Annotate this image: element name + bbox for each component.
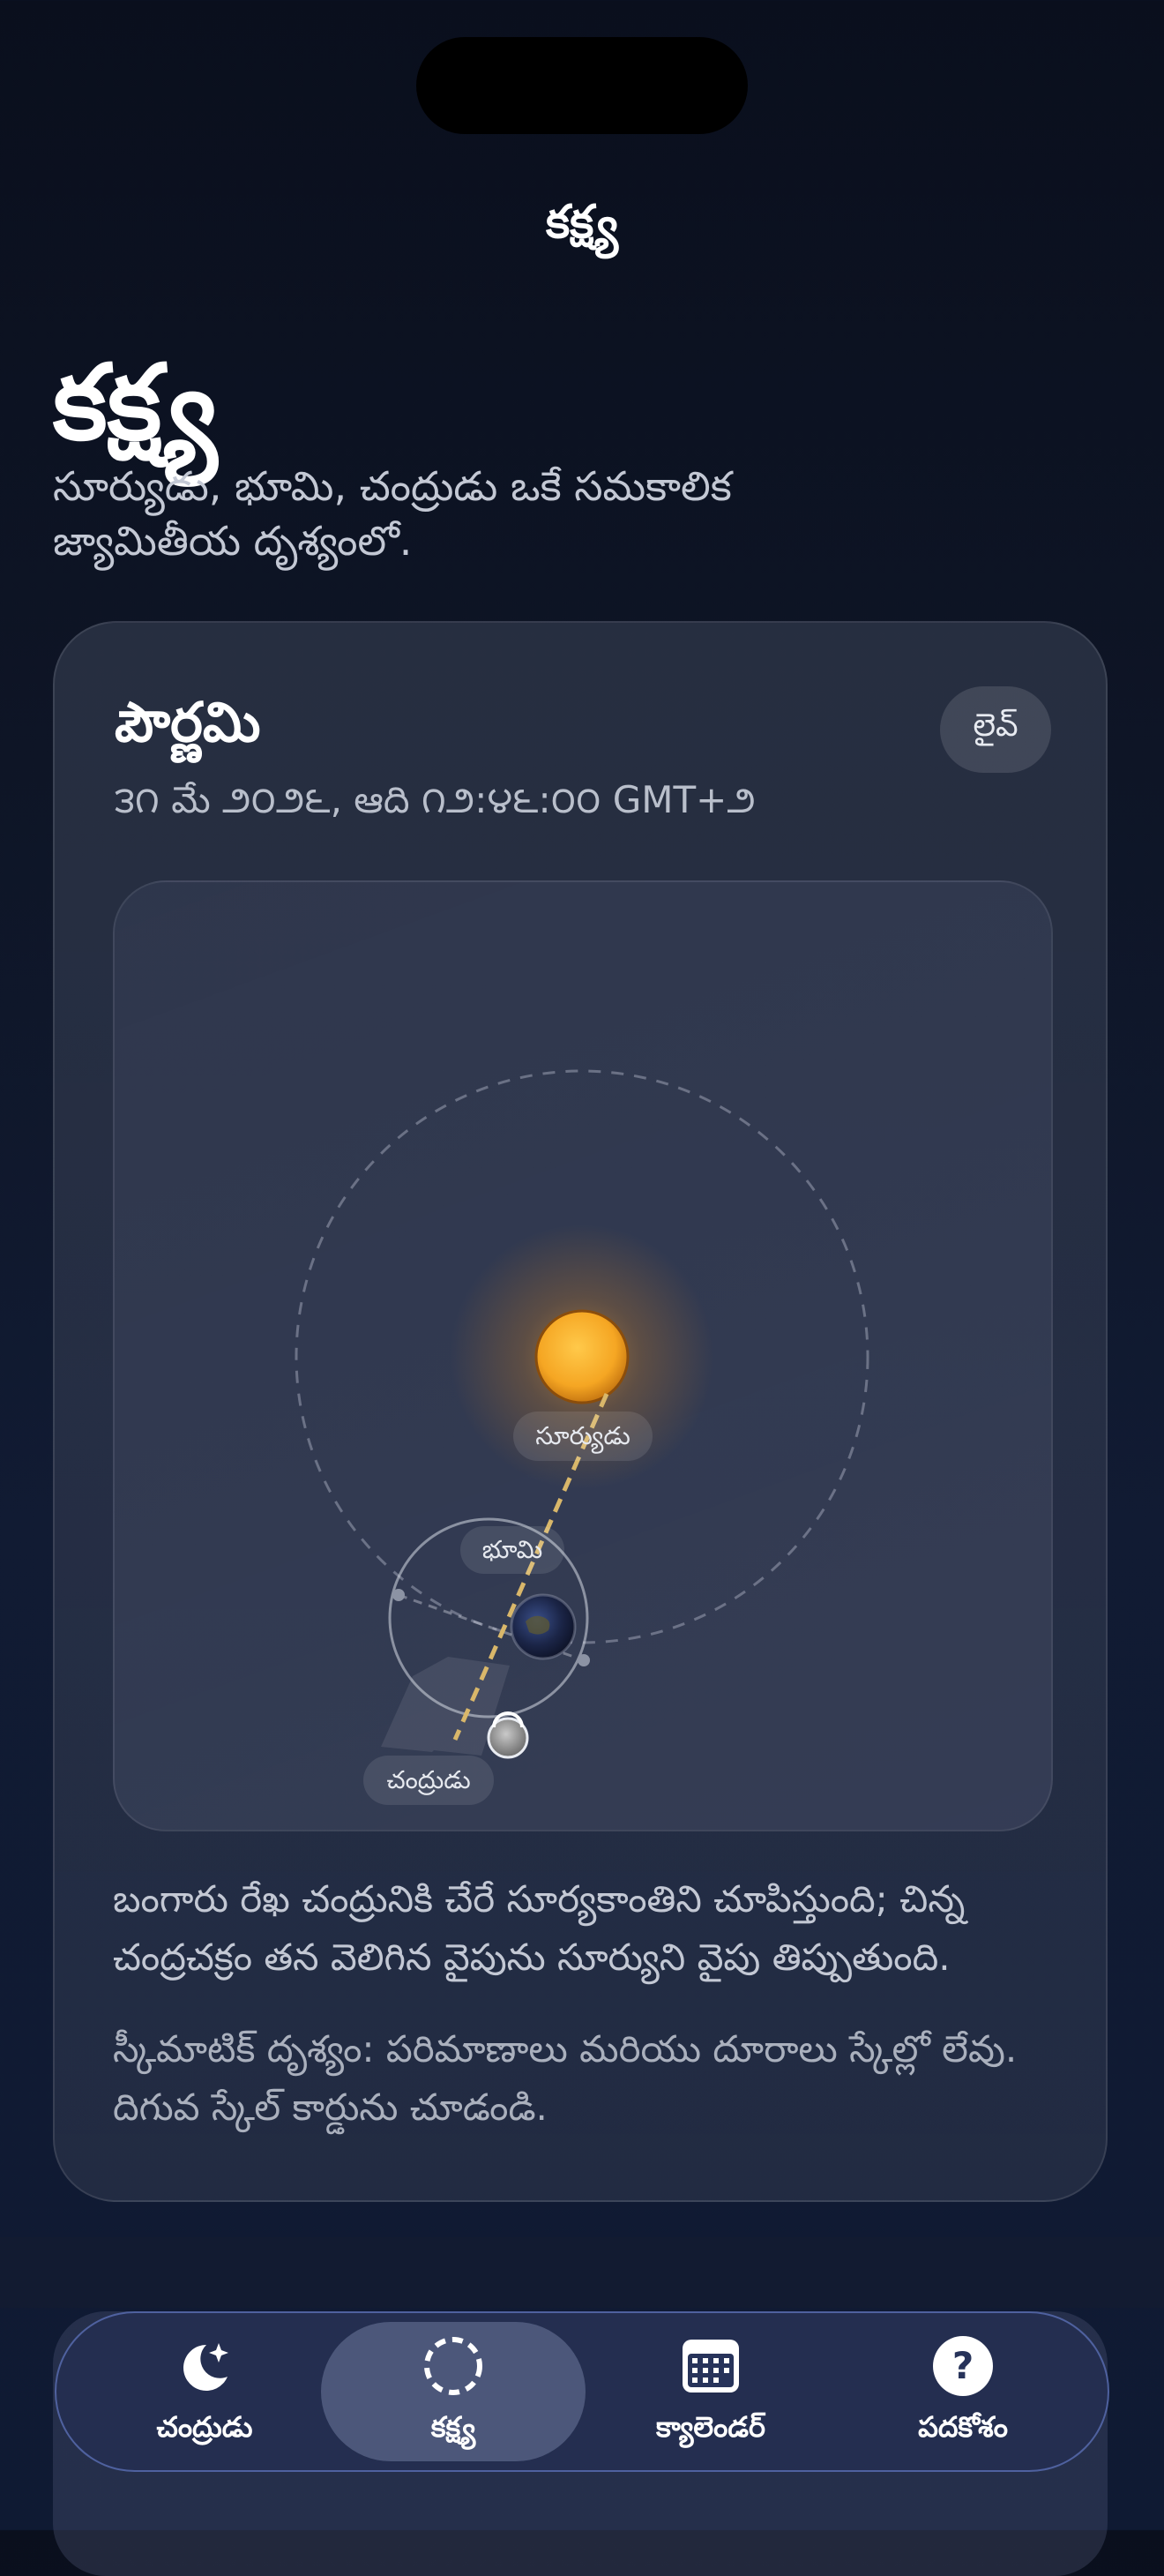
phase-name: పౌర్ణమి [115, 690, 261, 754]
live-button[interactable]: లైవ్ [940, 686, 1051, 773]
nav-title: కక్ష్య [545, 196, 619, 249]
tab-glossary[interactable]: ? పదకోశం [831, 2322, 1095, 2461]
earth-land [526, 1615, 550, 1635]
moon-stars-icon [171, 2333, 238, 2400]
orbit-node-right [578, 1654, 590, 1666]
dynamic-island [416, 37, 748, 134]
tab-moon-label: చంద్రుడు [156, 2410, 253, 2444]
orbit-diagram-svg: సూర్యుడు భూమి చంద్రుడు [295, 1069, 869, 1805]
tab-glossary-label: పదకోశం [918, 2410, 1008, 2444]
page-title: కక్ష్య [53, 341, 218, 463]
tab-orbit-label: కక్ష్య [430, 2410, 476, 2444]
page-subtitle: సూర్యుడు, భూమి, చంద్రుడు ఒకే సమకాలిక జ్య… [53, 462, 732, 565]
tab-orbit[interactable]: కక్ష్య [321, 2322, 586, 2461]
scale-note: స్కీమాటిక్ దృశ్యం: పరిమాణాలు మరియు దూరాల… [113, 2027, 1018, 2129]
earth-label: భూమి [482, 1535, 542, 1564]
moon-label: చంద్రుడు [386, 1765, 470, 1795]
tab-bar: చంద్రుడు కక్ష్య క్యాలెండర్ ? పదకోశం [55, 2311, 1109, 2472]
scroll-content-strip [0, 2237, 1164, 2308]
date-time: ౩౧ మే ౨౦౨౬, ఆది ౧౨:౪౬:౦౦ GMT+౨ [115, 778, 756, 821]
diagram-description: బంగారు రేఖ చంద్రునికి చేరే సూర్యకాంతిని … [113, 1877, 966, 1979]
orbit-card: పౌర్ణమి ౩౧ మే ౨౦౨౬, ఆది ౧౨:౪౬:౦౦ GMT+౨ ల… [53, 621, 1108, 2202]
tab-calendar[interactable]: క్యాలెండర్ [578, 2322, 843, 2461]
orbit-diagram[interactable]: సూర్యుడు భూమి చంద్రుడు [113, 880, 1053, 1831]
sun-label: సూర్యుడు [535, 1421, 630, 1454]
tab-calendar-label: క్యాలెండర్ [656, 2410, 765, 2444]
orbit-dashed-circle-icon [420, 2333, 487, 2400]
sun [534, 1309, 630, 1404]
orbit-node-left [392, 1589, 405, 1601]
question-circle-icon: ? [929, 2333, 996, 2400]
calendar-icon [677, 2333, 744, 2400]
svg-text:?: ? [952, 2344, 974, 2387]
tab-moon[interactable]: చంద్రుడు [72, 2322, 337, 2461]
